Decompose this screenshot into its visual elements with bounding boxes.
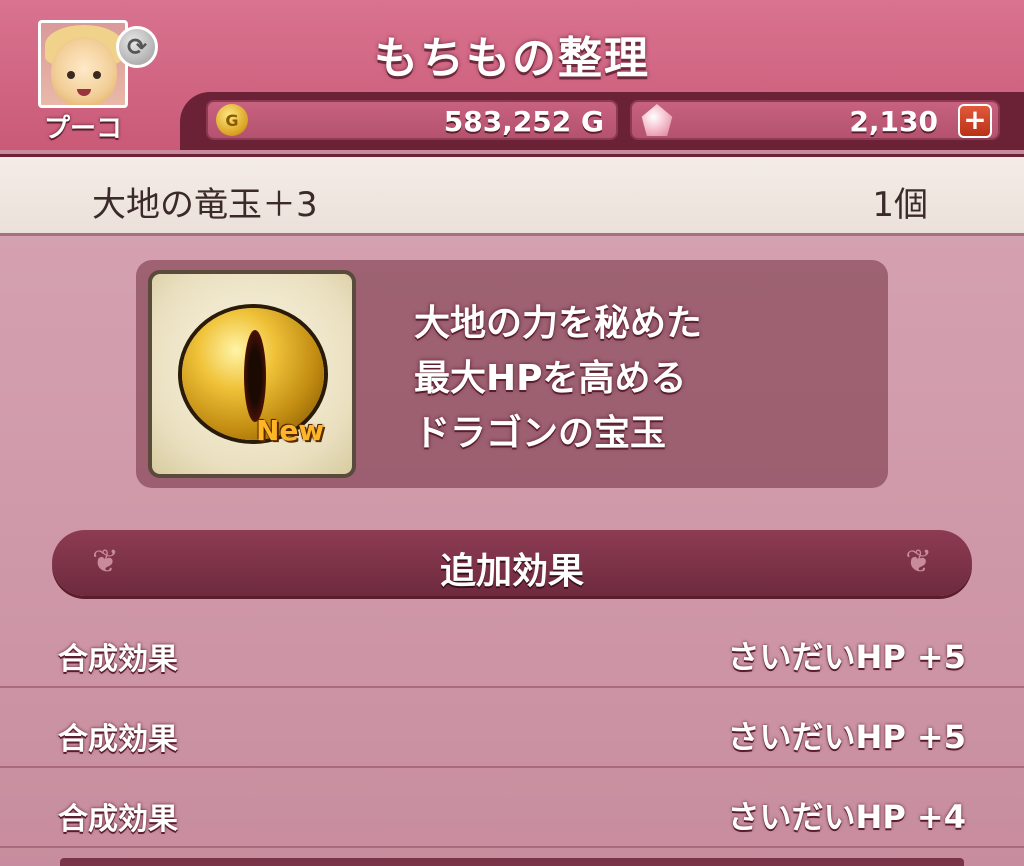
bottom-panel-edge [60, 858, 964, 866]
effect-label: 合成効果 [58, 642, 178, 677]
description-line: 大地の力を秘めた [414, 303, 703, 344]
avatar-eye-left [67, 71, 75, 79]
header-bar: もちもの整理 ⟳ プーコ G 583,252 G 2,130 + [0, 0, 1024, 150]
effect-label: 合成効果 [58, 802, 178, 837]
gem-icon [641, 104, 673, 136]
avatar-face [51, 37, 117, 105]
effects-section-header: ❦ 追加効果 ❦ [52, 530, 972, 596]
effect-value: さいだいHP +4 [727, 798, 966, 836]
add-gems-button[interactable]: + [958, 104, 992, 138]
gem-display: 2,130 + [630, 100, 1000, 140]
currency-bar: G 583,252 G 2,130 + [180, 92, 1024, 150]
orb-pupil [244, 330, 266, 422]
gold-value: 583,252 G [443, 105, 604, 138]
gem-value: 2,130 [849, 105, 938, 138]
swap-icon[interactable]: ⟳ [116, 26, 158, 68]
effect-value: さいだいHP +5 [727, 638, 966, 676]
player-name: プーコ [43, 114, 122, 144]
item-image-frame: New [148, 270, 356, 478]
effect-row: 合成効果 さいだいHP +4 [0, 768, 1024, 848]
gold-display: G 583,252 G [206, 100, 618, 140]
effect-label: 合成効果 [58, 722, 178, 757]
flourish-right-icon: ❦ [905, 542, 932, 580]
effect-row: 合成効果 さいだいHP +5 [0, 688, 1024, 768]
description-line: 最大HPを高める [414, 358, 687, 399]
description-line: ドラゴンの宝玉 [414, 413, 667, 454]
avatar-eye-right [93, 71, 101, 79]
new-badge: New [256, 414, 325, 447]
item-name: 大地の竜玉＋3 [92, 185, 318, 225]
gold-coin-icon: G [216, 104, 248, 136]
effect-value: さいだいHP +5 [727, 718, 966, 756]
item-description: 大地の力を秘めた 最大HPを高める ドラゴンの宝玉 [414, 296, 874, 461]
item-count: 1個 [872, 185, 928, 225]
item-title-row: 大地の竜玉＋3 1個 [0, 154, 1024, 236]
effect-row: 合成効果 さいだいHP +5 [0, 608, 1024, 688]
effects-title: 追加効果 [439, 551, 584, 592]
avatar[interactable] [38, 20, 128, 108]
avatar-mouth [77, 89, 91, 96]
